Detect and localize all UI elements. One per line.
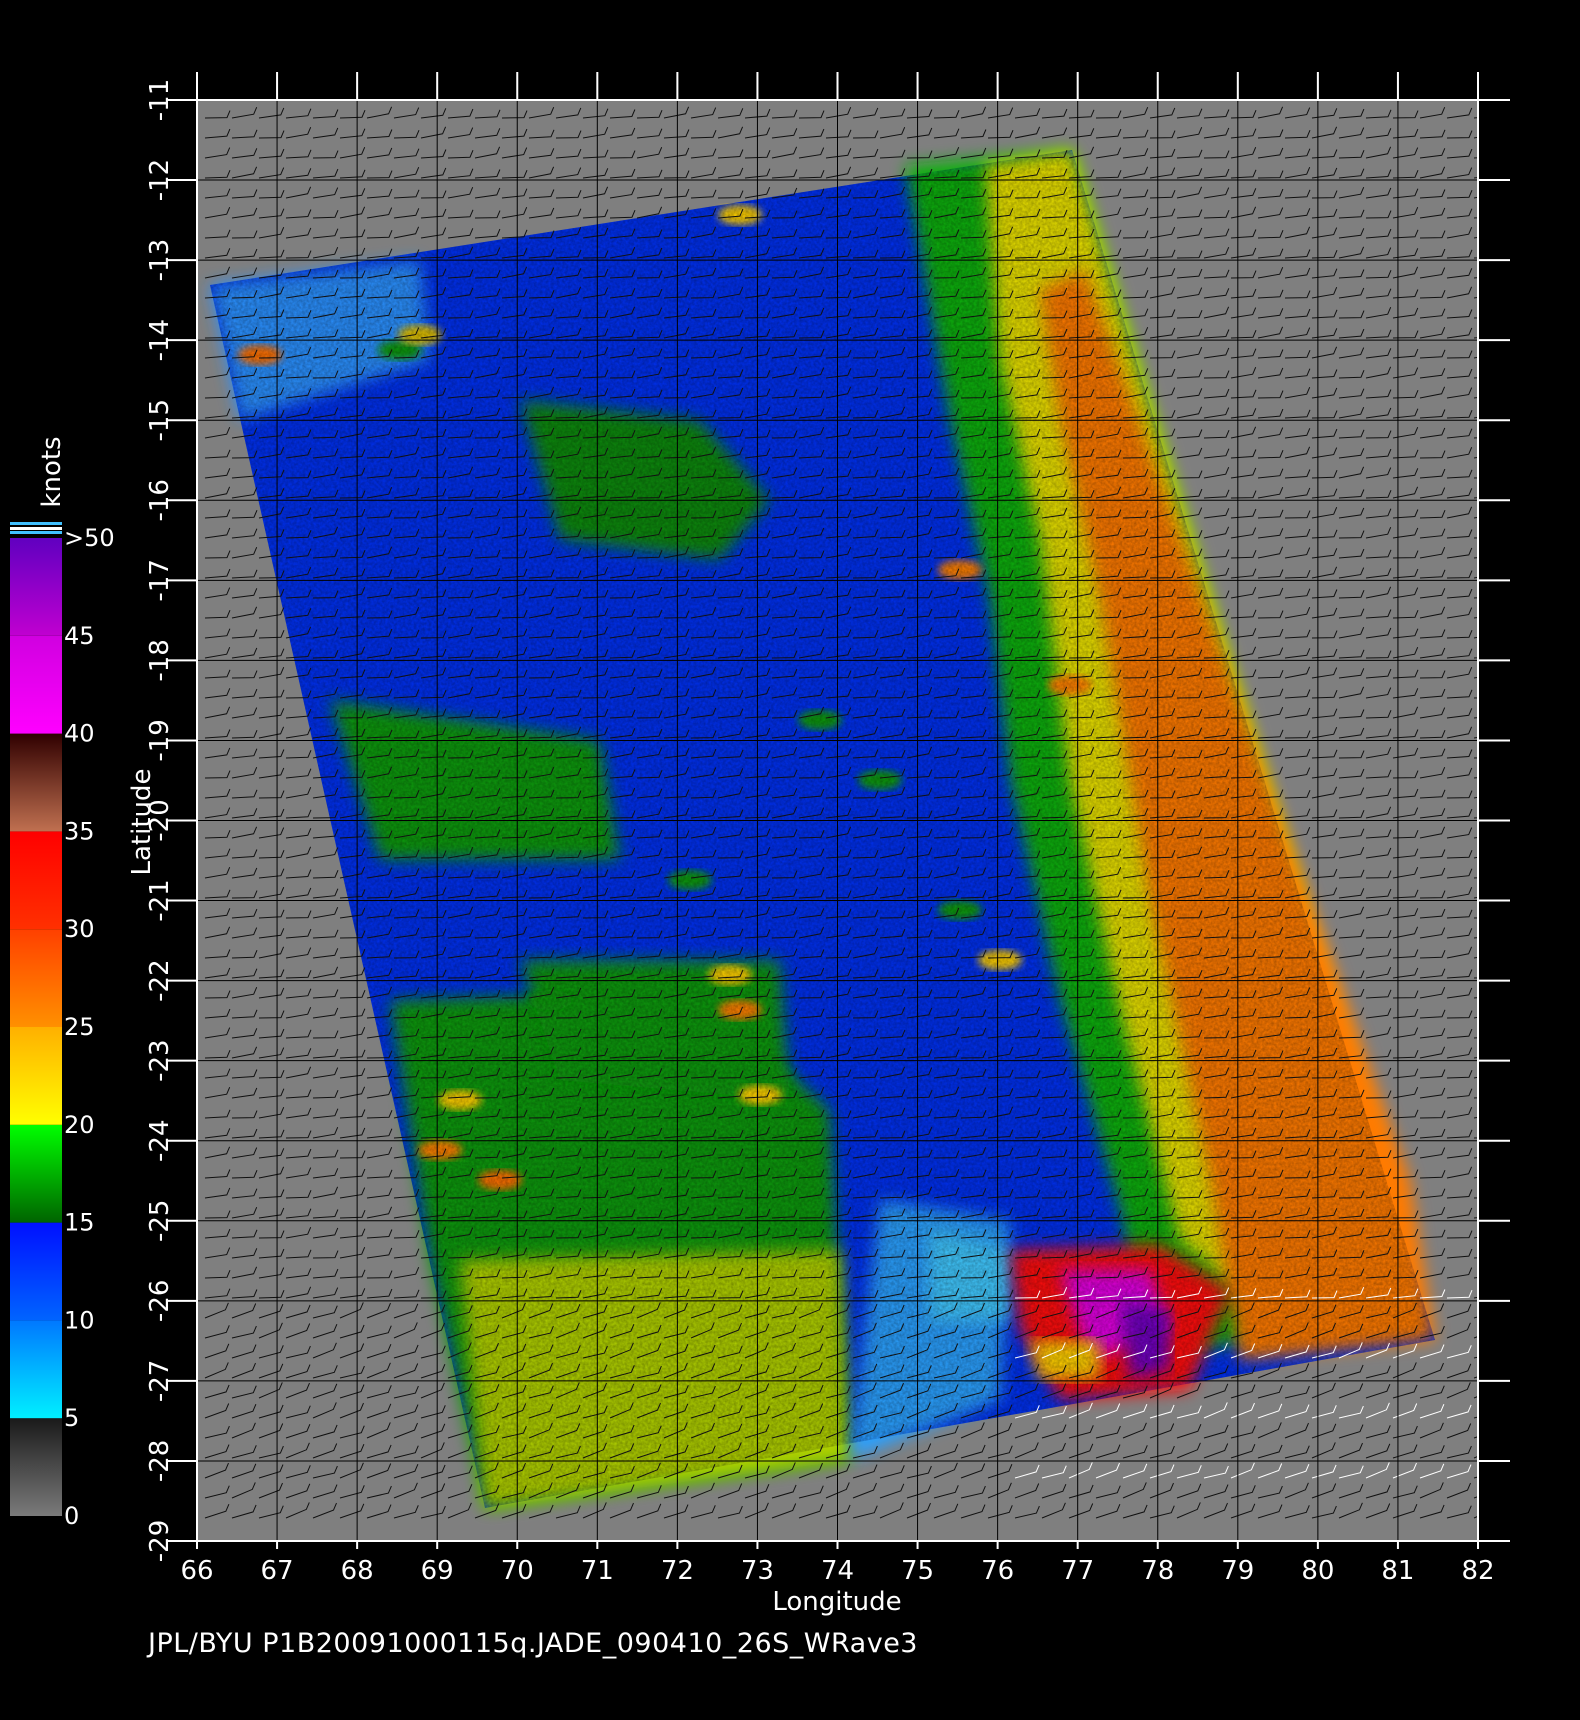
lat-tick-label: -21: [145, 879, 175, 921]
lon-tick-label: 71: [581, 1556, 614, 1586]
lat-tick-label: -28: [145, 1440, 175, 1482]
colorbar-tick-label: 10: [64, 1306, 95, 1334]
lat-tick-label: -24: [145, 1119, 175, 1161]
lon-tick-label: 75: [901, 1556, 934, 1586]
lon-tick-label: 67: [261, 1556, 294, 1586]
lon-tick-label: 82: [1461, 1556, 1494, 1586]
colorbar-band-45-50: [10, 538, 62, 636]
colorbar-band-5-10: [10, 1320, 62, 1419]
lat-tick-label: -26: [145, 1280, 175, 1322]
colorbar-unit-label: knots: [37, 436, 67, 507]
lat-tick-label: -27: [145, 1360, 175, 1402]
lon-tick-label: 81: [1381, 1556, 1414, 1586]
lat-tick-label: -23: [145, 1039, 175, 1081]
lat-tick-label: -19: [145, 719, 175, 761]
colorbar-tick-label: >50: [64, 524, 115, 552]
colorbar-band-15-20: [10, 1124, 62, 1223]
lon-tick-label: 80: [1301, 1556, 1334, 1586]
lon-tick-label: 73: [741, 1556, 774, 1586]
colorbar-tick-label: 30: [64, 915, 95, 943]
colorbar-tick-label: 0: [64, 1502, 79, 1530]
colorbar-band-35-40: [10, 733, 62, 832]
lat-tick-label: -14: [145, 319, 175, 361]
lon-tick-label: 70: [501, 1556, 534, 1586]
colorbar-tick-label: 15: [64, 1209, 95, 1237]
lat-tick-label: -12: [145, 159, 175, 201]
lon-tick-label: 69: [421, 1556, 454, 1586]
colorbar-overflow-strip-1: [10, 527, 62, 530]
colorbar-band-20-25: [10, 1027, 62, 1125]
lon-tick-label: 74: [821, 1556, 854, 1586]
lat-tick-label: -13: [145, 239, 175, 281]
lat-tick-label: -16: [145, 479, 175, 521]
colorbar-tick-label: 20: [64, 1111, 95, 1139]
colorbar-tick-label: 40: [64, 720, 95, 748]
colorbar-tick-label: 5: [64, 1404, 79, 1432]
colorbar-tick-label: 45: [64, 622, 95, 650]
colorbar-overflow-strip-2: [10, 531, 62, 534]
lat-tick-label: -11: [145, 79, 175, 121]
colorbar-band-10-15: [10, 1222, 62, 1321]
x-axis-label: Longitude: [772, 1587, 901, 1617]
y-axis-label: Latitude: [127, 768, 157, 875]
lon-tick-label: 77: [1061, 1556, 1094, 1586]
lat-tick-label: -29: [145, 1520, 175, 1562]
lon-tick-label: 72: [661, 1556, 694, 1586]
colorbar-tick-label: 25: [64, 1013, 95, 1041]
footer-caption: JPL/BYU P1B20091000115q.JADE_090410_26S_…: [148, 1628, 918, 1659]
colorbar-band-30-35: [10, 831, 62, 930]
colorbar-overflow-strip-0: [10, 522, 62, 525]
lat-tick-label: -18: [145, 639, 175, 681]
lon-tick-label: 68: [341, 1556, 374, 1586]
lon-tick-label: 66: [180, 1556, 213, 1586]
lon-tick-label: 76: [981, 1556, 1014, 1586]
lat-tick-label: -17: [145, 559, 175, 601]
lat-tick-label: -22: [145, 959, 175, 1001]
colorbar-band-0-5: [10, 1418, 62, 1516]
lon-tick-label: 79: [1221, 1556, 1254, 1586]
colorbar-band-40-45: [10, 635, 62, 734]
lat-tick-label: -15: [145, 399, 175, 441]
lat-tick-label: -25: [145, 1200, 175, 1242]
colorbar-tick-label: 35: [64, 817, 95, 845]
lon-tick-label: 78: [1141, 1556, 1174, 1586]
colorbar: >50 45 40 35 30 25 20 15 10 5 0: [10, 522, 115, 1530]
wind-map-figure: 66 67 68 69 70 71 72 73 74 75 76 77 78 79 80 81 82 -11 -12…: [10, 72, 1510, 1617]
colorbar-band-25-30: [10, 929, 62, 1027]
